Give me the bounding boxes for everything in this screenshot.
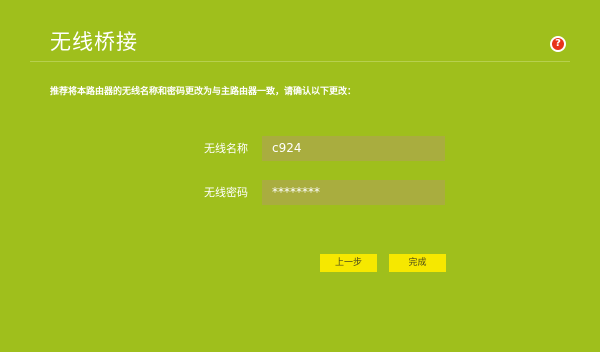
password-input[interactable] (262, 180, 445, 205)
password-label: 无线密码 (204, 186, 248, 199)
ssid-input[interactable] (262, 136, 445, 161)
ssid-label: 无线名称 (204, 142, 248, 155)
instruction-text: 推荐将本路由器的无线名称和密码更改为与主路由器一致，请确认以下更改： (50, 87, 357, 97)
header-divider (30, 61, 570, 62)
help-icon-glyph: ? (552, 38, 564, 50)
prev-step-button[interactable]: 上一步 (320, 254, 377, 272)
page-title: 无线桥接 (50, 30, 138, 54)
help-icon[interactable]: ? (550, 36, 566, 52)
finish-button[interactable]: 完成 (389, 254, 446, 272)
